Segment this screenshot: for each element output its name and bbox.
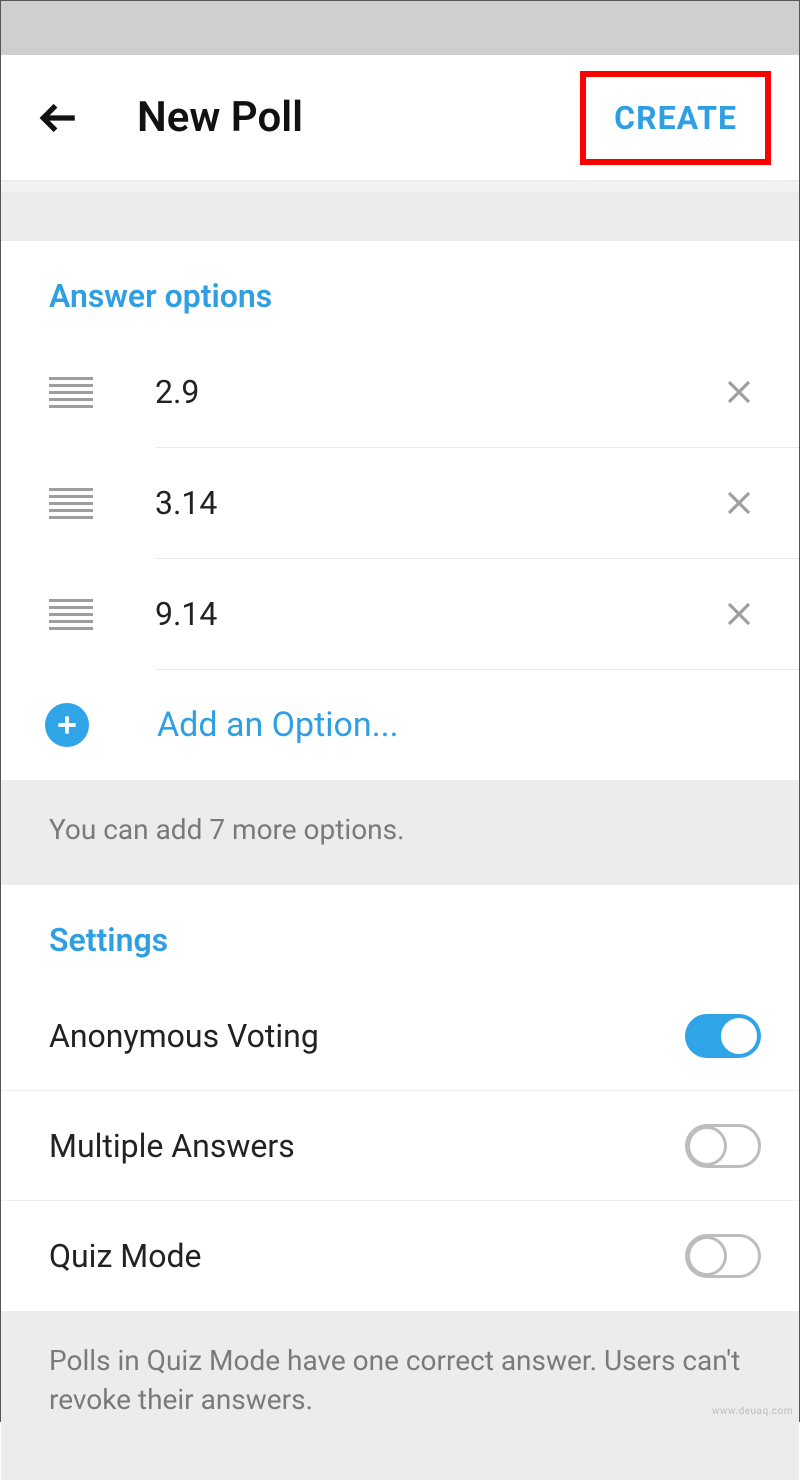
settings-section: Settings Anonymous Voting Multiple Answe… [1, 885, 799, 1311]
setting-label: Quiz Mode [49, 1237, 201, 1275]
answer-options-heading: Answer options [1, 241, 799, 337]
toggle-quiz-mode[interactable] [685, 1234, 761, 1278]
option-row: 2.9 [1, 337, 799, 447]
page-title: New Poll [137, 93, 580, 142]
remove-option-button[interactable] [717, 592, 761, 636]
option-input[interactable]: 9.14 [155, 595, 717, 633]
arrow-left-icon [38, 97, 80, 139]
header-bar: New Poll CREATE [1, 55, 799, 181]
close-icon [724, 488, 754, 518]
setting-label: Multiple Answers [49, 1127, 295, 1165]
create-button-highlight: CREATE [580, 71, 771, 165]
settings-heading: Settings [1, 885, 799, 981]
status-bar [1, 1, 799, 55]
divider [1, 181, 799, 193]
setting-row-multiple-answers: Multiple Answers [1, 1091, 799, 1201]
drag-handle-icon[interactable] [49, 488, 93, 519]
toggle-anonymous-voting[interactable] [685, 1014, 761, 1058]
option-row: 9.14 [1, 559, 799, 669]
answer-options-section: Answer options 2.9 3.14 9.14 [1, 241, 799, 780]
plus-icon [45, 703, 89, 747]
back-button[interactable] [29, 88, 89, 148]
option-input[interactable]: 2.9 [155, 373, 717, 411]
add-option-placeholder: Add an Option... [157, 705, 399, 745]
option-row: 3.14 [1, 448, 799, 558]
setting-label: Anonymous Voting [49, 1017, 319, 1055]
close-icon [724, 599, 754, 629]
drag-handle-icon[interactable] [49, 377, 93, 408]
remove-option-button[interactable] [717, 370, 761, 414]
section-gap [1, 193, 799, 241]
create-button[interactable]: CREATE [586, 77, 765, 159]
toggle-multiple-answers[interactable] [685, 1124, 761, 1168]
remove-option-button[interactable] [717, 481, 761, 525]
option-input[interactable]: 3.14 [155, 484, 717, 522]
setting-row-anonymous-voting: Anonymous Voting [1, 981, 799, 1091]
drag-handle-icon[interactable] [49, 599, 93, 630]
close-icon [724, 377, 754, 407]
quiz-mode-hint: Polls in Quiz Mode have one correct answ… [1, 1311, 799, 1479]
setting-row-quiz-mode: Quiz Mode [1, 1201, 799, 1311]
options-hint: You can add 7 more options. [1, 780, 799, 885]
watermark: www.deuaq.com [712, 1406, 793, 1417]
add-option-row[interactable]: Add an Option... [1, 670, 799, 780]
